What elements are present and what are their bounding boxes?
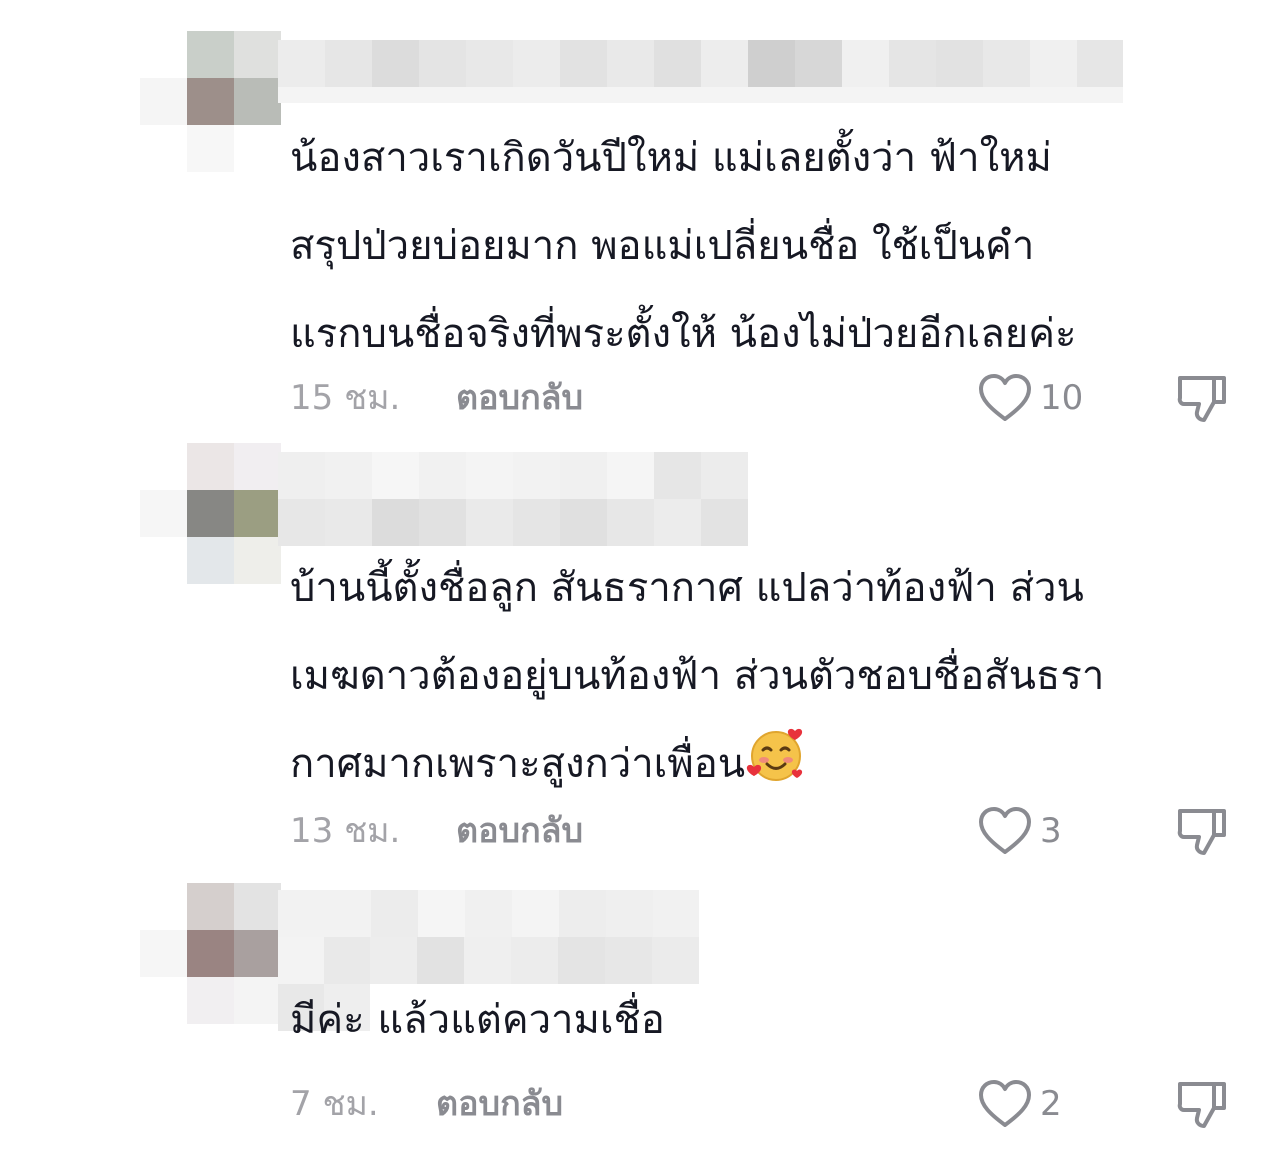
reply-button[interactable]: ตอบกลับ [456, 368, 583, 428]
like-count: 10 [1040, 378, 1084, 418]
comment-meta: 15 ชม. ตอบกลับ 10 [290, 368, 1250, 428]
thumbs-down-icon [1177, 809, 1226, 855]
username-redacted[interactable] [278, 40, 1123, 103]
thumbs-down-icon [1177, 376, 1226, 422]
avatar[interactable] [140, 443, 281, 584]
dislike-button[interactable] [1174, 1080, 1228, 1130]
avatar[interactable] [140, 883, 281, 1024]
thumbs-down-icon [1177, 1082, 1226, 1128]
reply-button[interactable]: ตอบกลับ [436, 1074, 563, 1134]
like-count: 2 [1040, 1084, 1062, 1124]
dislike-button[interactable] [1174, 807, 1228, 857]
heart-icon [979, 374, 1031, 421]
like-button[interactable]: 2 [978, 1078, 1118, 1130]
comment-meta: 13 ชม. ตอบกลับ 3 [290, 801, 1250, 861]
like-button[interactable]: 10 [978, 372, 1118, 424]
heart-icon [979, 807, 1031, 854]
comment-text: มีค่ะ แล้วแต่ความเชื่อ [290, 997, 665, 1043]
username-redacted[interactable] [278, 452, 748, 546]
comment-meta: 7 ชม. ตอบกลับ 2 [290, 1074, 1250, 1134]
comment-text-body: บ้านนี้ตั้งชื่อลูก สันธรากาศ แปลว่าท้องฟ… [290, 565, 1105, 787]
comment-time: 15 ชม. [290, 378, 401, 418]
comment-text: น้องสาวเราเกิดวันปีใหม่ แม่เลยตั้งว่า ฟ้… [290, 135, 1077, 357]
heart-icon [979, 1080, 1031, 1127]
like-count: 3 [1040, 811, 1062, 851]
dislike-button[interactable] [1174, 374, 1228, 424]
comment-time: 13 ชม. [290, 811, 401, 851]
reply-button[interactable]: ตอบกลับ [456, 801, 583, 861]
comment-text: บ้านนี้ตั้งชื่อลูก สันธรากาศ แปลว่าท้องฟ… [290, 544, 1250, 816]
comment-time: 7 ชม. [290, 1084, 379, 1124]
avatar[interactable] [140, 31, 281, 172]
like-button[interactable]: 3 [978, 805, 1118, 857]
